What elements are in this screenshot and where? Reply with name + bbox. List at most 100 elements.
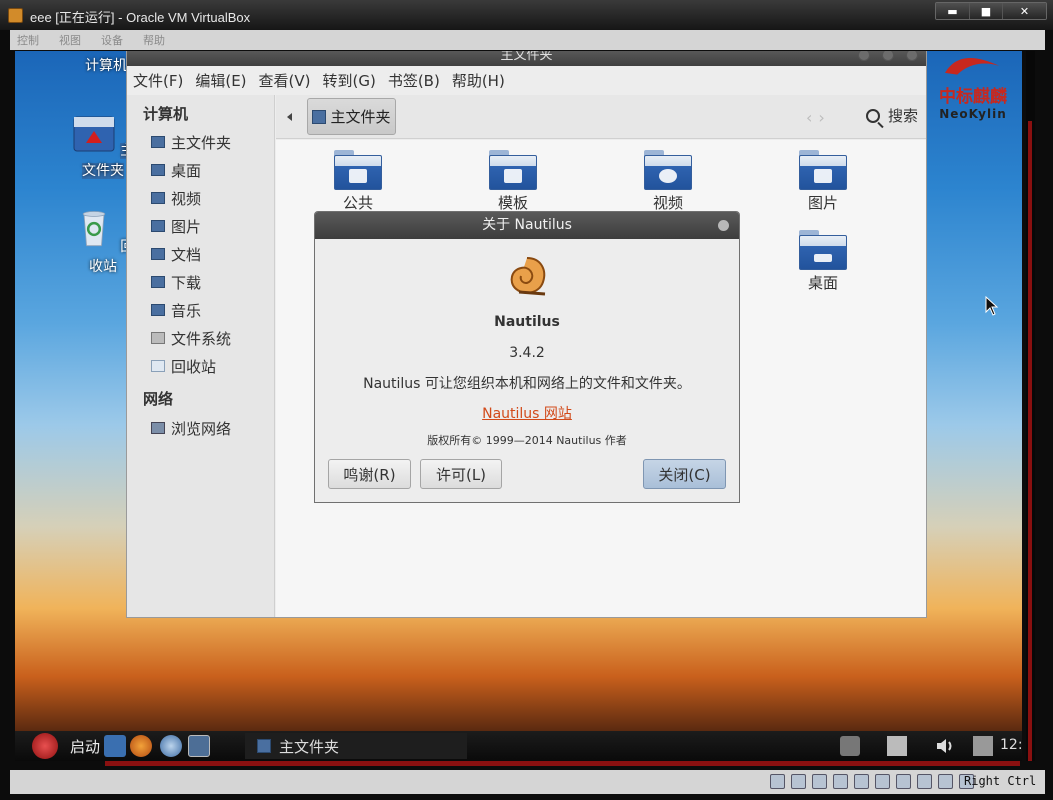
folder-item[interactable]: 视频	[628, 150, 708, 213]
vm-menu-devices[interactable]: 设备	[101, 32, 123, 48]
sidebar-item-desktop[interactable]: 桌面	[151, 158, 201, 182]
sidebar-item-label: 文件系统	[171, 329, 232, 348]
neokylin-logo: 中标麒麟 NeoKylin	[933, 51, 1013, 121]
about-title-bar: 关于 Nautilus	[315, 212, 739, 239]
printer-icon[interactable]	[840, 736, 860, 756]
sidebar-header-network: 网络	[143, 390, 174, 408]
video-capture-icon[interactable]	[896, 774, 911, 789]
firefox-icon[interactable]	[130, 735, 152, 757]
window-controls	[858, 51, 918, 61]
task-item-home[interactable]: 主文件夹	[245, 733, 467, 759]
license-button[interactable]: 许可(L)	[420, 459, 502, 489]
maximize-button[interactable]: ■	[969, 3, 1002, 19]
progress-strip	[105, 761, 1020, 766]
network-tray-icon[interactable]	[973, 736, 993, 756]
host-window-title: eee [正在运行] - Oracle VM VirtualBox	[30, 10, 251, 25]
sidebar-item-browse-network[interactable]: 浏览网络	[151, 416, 231, 440]
folder-item[interactable]: 图片	[783, 150, 863, 213]
window-close-button[interactable]	[906, 51, 918, 61]
picture-icon	[151, 220, 165, 232]
clock: 12:	[1000, 737, 1023, 753]
folder-label: 图片	[807, 194, 838, 212]
host-window-controls: ▬ ■ ✕	[935, 2, 1047, 20]
vertical-scrollbar[interactable]	[1026, 51, 1035, 761]
website-link[interactable]: Nautilus 网站	[482, 406, 572, 422]
host-key-label: Right Ctrl	[964, 774, 1037, 788]
menu-bookmarks[interactable]: 书签(B)	[388, 70, 440, 91]
logo-cn-text: 中标麒麟	[939, 87, 1007, 107]
menu-help[interactable]: 帮助(H)	[452, 70, 505, 91]
guest-taskbar: 启动 主文件夹 12:	[15, 731, 1023, 761]
sidebar-item-music[interactable]: 音乐	[151, 298, 201, 322]
mouse-integration-icon[interactable]	[938, 774, 953, 789]
menu-go[interactable]: 转到(G)	[323, 70, 376, 91]
folder-item[interactable]: 模板	[473, 150, 553, 213]
app-version: 3.4.2	[509, 345, 545, 361]
start-button[interactable]: 启动	[20, 732, 100, 760]
shared-folder-icon[interactable]	[833, 774, 848, 789]
website-link-wrap: Nautilus 网站	[315, 403, 739, 423]
location-home-button[interactable]: 主文件夹	[307, 98, 396, 135]
mail-icon[interactable]	[160, 735, 182, 757]
folder-item[interactable]: 公共	[318, 150, 398, 213]
sidebar-item-filesystem[interactable]: 文件系统	[151, 326, 231, 350]
menu-view[interactable]: 查看(V)	[259, 70, 311, 91]
window-title: 主文件夹	[500, 51, 553, 63]
close-button[interactable]: ✕	[1002, 3, 1046, 19]
window-title-bar: 主文件夹	[127, 51, 926, 66]
home-folder-icon	[73, 116, 115, 152]
window-minimize-button[interactable]	[858, 51, 870, 61]
files-quicklaunch-icon[interactable]	[104, 735, 126, 757]
folder-item[interactable]: 桌面	[783, 230, 863, 293]
sidebar-item-downloads[interactable]: 下载	[151, 270, 201, 294]
sidebar-item-pictures[interactable]: 图片	[151, 214, 201, 238]
credits-button[interactable]: 鸣谢(R)	[328, 459, 411, 489]
menu-file[interactable]: 文件(F)	[133, 70, 183, 91]
network-status-icon[interactable]	[875, 774, 890, 789]
prev-arrow-icon[interactable]: ‹	[806, 108, 818, 127]
kylin-logo-icon	[945, 57, 1000, 75]
trash-icon	[82, 211, 106, 247]
close-dialog-button[interactable]: 关闭(C)	[643, 459, 726, 489]
menu-edit[interactable]: 编辑(E)	[195, 70, 246, 91]
vm-menu-view[interactable]: 视图	[59, 32, 81, 48]
search-icon	[866, 108, 880, 123]
guest-desktop: 计算机 主文件夹 回收站 中标麒麟 NeoKylin	[15, 51, 1022, 731]
nautilus-shell-icon	[510, 257, 546, 296]
window-maximize-button[interactable]	[882, 51, 894, 61]
cd-status-icon[interactable]	[791, 774, 806, 789]
show-desktop-icon[interactable]	[188, 735, 210, 757]
minimize-button[interactable]: ▬	[936, 3, 969, 19]
back-arrow-icon[interactable]	[284, 110, 294, 124]
host-title-bar: eee [正在运行] - Oracle VM VirtualBox ▬ ■ ✕	[0, 0, 1053, 30]
virtualbox-icon	[8, 8, 23, 23]
about-dialog: 关于 Nautilus Nautilus 3.4.2 Nautilus 可让您组…	[314, 211, 740, 503]
sidebar-item-home[interactable]: 主文件夹	[151, 130, 231, 154]
usb-status-icon[interactable]	[812, 774, 827, 789]
sidebar-item-label: 文档	[171, 245, 202, 264]
sidebar-item-videos[interactable]: 视频	[151, 186, 201, 210]
folder-status-icon[interactable]	[854, 774, 869, 789]
places-sidebar: 计算机 主文件夹 桌面 视频 图片 文档 下载 音乐 文件系统 回收站 网络 浏…	[127, 95, 275, 617]
hdd-status-icon[interactable]	[770, 774, 785, 789]
cpu-status-icon[interactable]	[917, 774, 932, 789]
clipboard-icon[interactable]	[887, 736, 907, 756]
dialog-close-icon[interactable]	[718, 220, 729, 231]
home-icon	[312, 109, 327, 124]
vm-menu-control[interactable]: 控制	[17, 32, 39, 48]
sidebar-header-computer: 计算机	[143, 105, 189, 123]
task-item-label: 主文件夹	[279, 737, 340, 756]
vm-menu-bar: 控制 视图 设备 帮助	[10, 30, 1045, 50]
home-icon	[151, 136, 165, 148]
app-description: Nautilus 可让您组织本机和网络上的文件和文件夹。	[363, 376, 691, 392]
volume-icon[interactable]	[935, 736, 955, 756]
start-label: 启动	[70, 737, 101, 756]
sidebar-item-label: 音乐	[171, 301, 202, 320]
search-button[interactable]: 搜索	[866, 105, 918, 126]
sidebar-item-documents[interactable]: 文档	[151, 242, 201, 266]
sidebar-item-trash[interactable]: 回收站	[151, 354, 216, 378]
next-arrow-icon[interactable]: ›	[818, 108, 830, 127]
vm-menu-help[interactable]: 帮助	[143, 32, 165, 48]
drive-icon	[151, 332, 165, 344]
public-folder-icon	[334, 150, 382, 190]
